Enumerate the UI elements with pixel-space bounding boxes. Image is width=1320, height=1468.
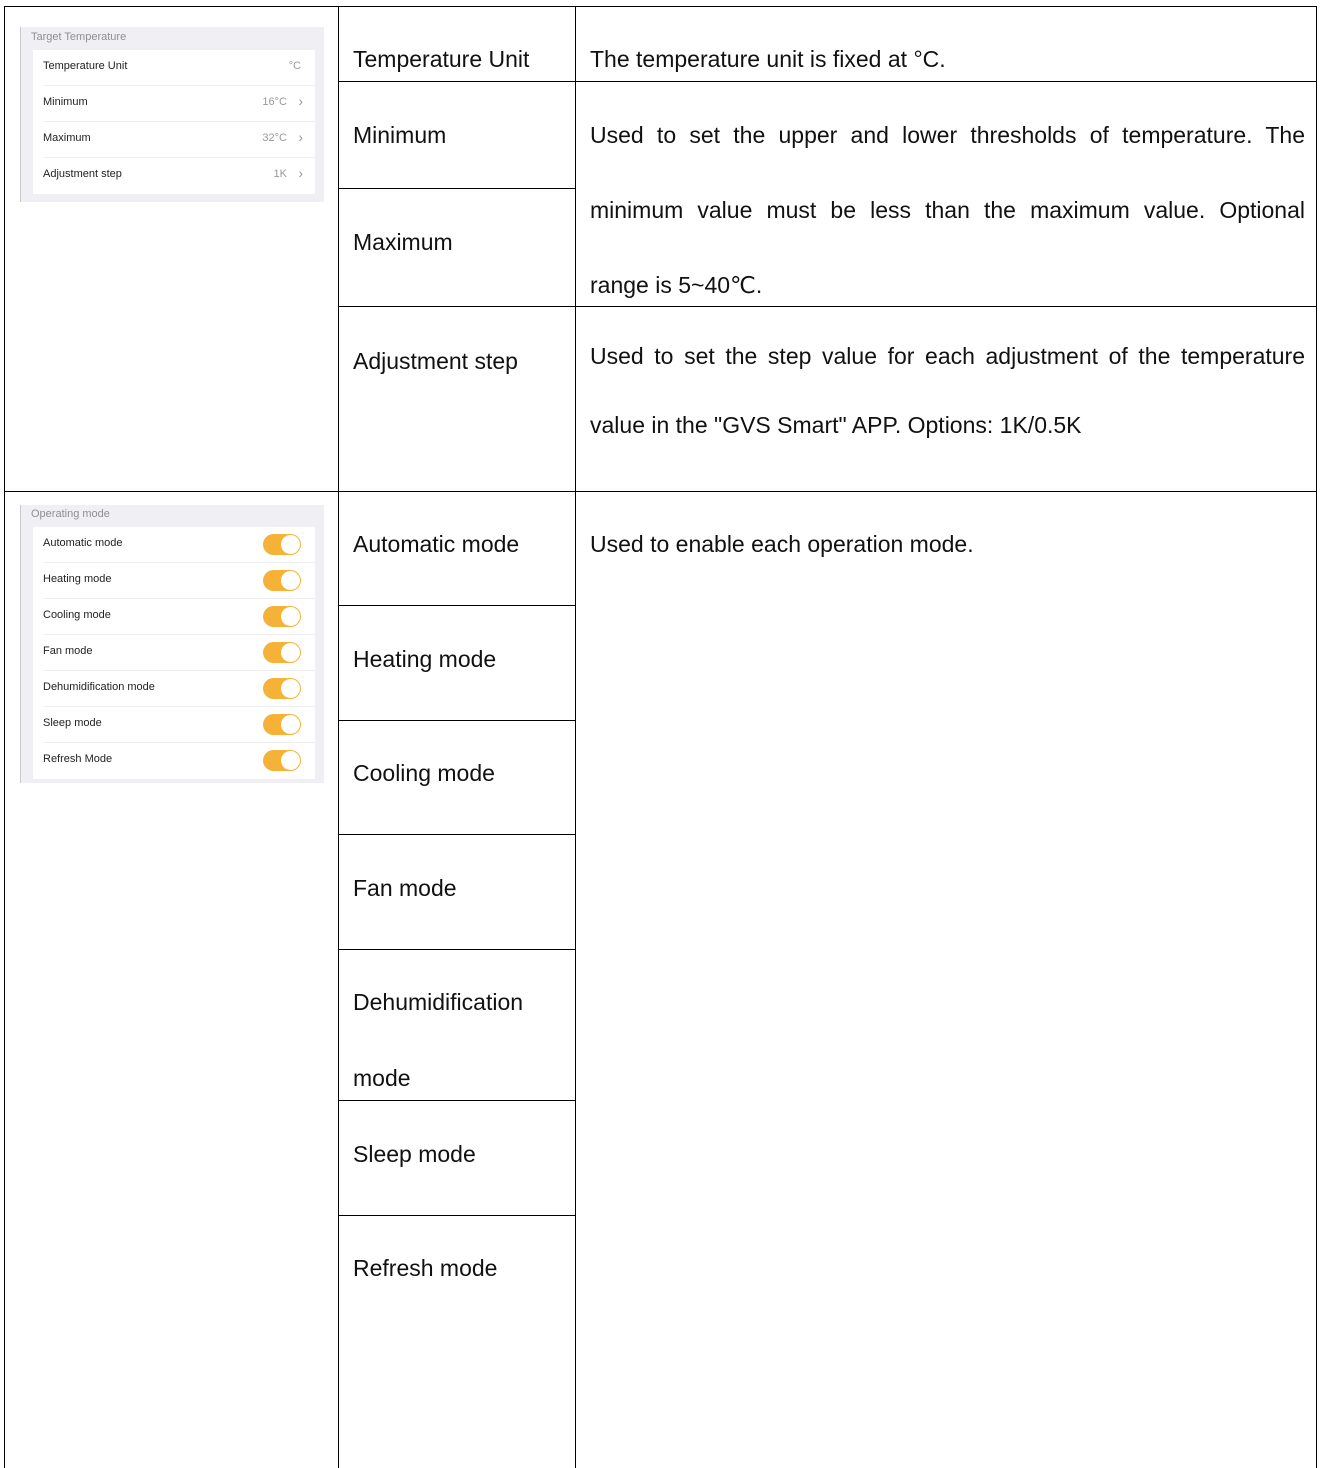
- toggle-knob: [281, 751, 300, 770]
- param-sleep-mode: Sleep mode: [353, 1141, 476, 1167]
- toggle-knob: [281, 715, 300, 734]
- chevron-right-icon: ›: [298, 93, 303, 109]
- mode-label: Automatic mode: [43, 537, 123, 549]
- target-temperature-card: Temperature Unit °C Minimum 16°C › Maxim…: [33, 50, 315, 194]
- desc-step-line2: value in the "GVS Smart" APP. Options: 1…: [590, 412, 1082, 438]
- column-divider-1: [338, 6, 339, 1468]
- mode-toggle[interactable]: [263, 534, 301, 555]
- param-temperature-unit: Temperature Unit: [353, 46, 530, 72]
- param-dehumidification-mode-line1: Dehumidification: [353, 989, 524, 1015]
- desc-step-line1: Used to set the step value for each adju…: [590, 343, 1305, 369]
- row-divider: [338, 81, 1317, 82]
- mode-toggle[interactable]: [263, 678, 301, 699]
- setting-row-adjustment-step[interactable]: Adjustment step 1K ›: [33, 158, 315, 194]
- setting-label: Minimum: [43, 96, 88, 108]
- param-maximum: Maximum: [353, 229, 453, 255]
- setting-label: Adjustment step: [43, 168, 122, 180]
- panel-title: Target Temperature: [31, 31, 127, 43]
- operating-mode-panel: Operating mode Automatic mode Heating mo…: [20, 505, 324, 783]
- table-border-left: [4, 6, 5, 1468]
- setting-row-temperature-unit: Temperature Unit °C: [33, 50, 315, 86]
- setting-row-maximum[interactable]: Maximum 32°C ›: [33, 122, 315, 158]
- mode-label: Dehumidification mode: [43, 681, 155, 693]
- mode-toggle[interactable]: [263, 642, 301, 663]
- table-border-right: [1316, 6, 1317, 1468]
- toggle-knob: [281, 571, 300, 590]
- desc-temperature-unit: The temperature unit is fixed at °C.: [590, 46, 946, 72]
- row-divider: [338, 949, 576, 950]
- desc-min-max-line3: range is 5~40℃.: [590, 272, 763, 298]
- row-divider: [338, 605, 576, 606]
- row-divider: [338, 834, 576, 835]
- mode-row-sleep: Sleep mode: [33, 707, 315, 743]
- param-refresh-mode: Refresh mode: [353, 1255, 498, 1281]
- setting-value: 32°C: [262, 132, 287, 144]
- param-automatic-mode: Automatic mode: [353, 531, 520, 557]
- chevron-right-icon: ›: [298, 129, 303, 145]
- setting-value: °C: [288, 60, 301, 72]
- section-divider: [4, 491, 1317, 492]
- mode-row-cooling: Cooling mode: [33, 599, 315, 635]
- mode-label: Cooling mode: [43, 609, 111, 621]
- row-divider: [338, 1100, 576, 1101]
- setting-label: Temperature Unit: [43, 60, 128, 72]
- mode-row-dehumidification: Dehumidification mode: [33, 671, 315, 707]
- param-fan-mode: Fan mode: [353, 875, 457, 901]
- mode-toggle[interactable]: [263, 714, 301, 735]
- mode-label: Heating mode: [43, 573, 112, 585]
- setting-row-minimum[interactable]: Minimum 16°C ›: [33, 86, 315, 122]
- row-divider: [338, 720, 576, 721]
- mode-label: Refresh Mode: [43, 753, 113, 765]
- target-temperature-panel: Target Temperature Temperature Unit °C M…: [20, 27, 324, 202]
- toggle-knob: [281, 679, 300, 698]
- param-adjustment-step: Adjustment step: [353, 348, 518, 374]
- mode-toggle[interactable]: [263, 750, 301, 771]
- param-heating-mode: Heating mode: [353, 646, 497, 672]
- mode-label: Sleep mode: [43, 717, 102, 729]
- mode-row-fan: Fan mode: [33, 635, 315, 671]
- param-cooling-mode: Cooling mode: [353, 760, 495, 786]
- mode-row-heating: Heating mode: [33, 563, 315, 599]
- row-divider: [338, 306, 1317, 307]
- operating-mode-card: Automatic mode Heating mode Cooling mode…: [33, 527, 315, 779]
- row-divider: [338, 188, 576, 189]
- mode-row-automatic: Automatic mode: [33, 527, 315, 563]
- table-border-top: [4, 6, 1317, 7]
- toggle-knob: [281, 643, 300, 662]
- mode-label: Fan mode: [43, 645, 93, 657]
- chevron-right-icon: ›: [298, 165, 303, 181]
- desc-modes: Used to enable each operation mode.: [590, 531, 974, 557]
- mode-row-refresh: Refresh Mode: [33, 743, 315, 779]
- toggle-knob: [281, 535, 300, 554]
- mode-toggle[interactable]: [263, 570, 301, 591]
- param-dehumidification-mode-line2: mode: [353, 1065, 411, 1091]
- column-divider-2: [575, 6, 576, 1468]
- toggle-knob: [281, 607, 300, 626]
- settings-table: Target Temperature Temperature Unit °C M…: [0, 0, 1320, 1468]
- desc-min-max-line1: Used to set the upper and lower threshol…: [590, 122, 1305, 148]
- param-minimum: Minimum: [353, 122, 447, 148]
- setting-label: Maximum: [43, 132, 91, 144]
- panel-title: Operating mode: [31, 508, 110, 520]
- setting-value: 16°C: [262, 96, 287, 108]
- mode-toggle[interactable]: [263, 606, 301, 627]
- setting-value: 1K: [273, 168, 287, 180]
- desc-min-max-line2: minimum value must be less than the maxi…: [590, 197, 1305, 223]
- row-divider: [338, 1215, 576, 1216]
